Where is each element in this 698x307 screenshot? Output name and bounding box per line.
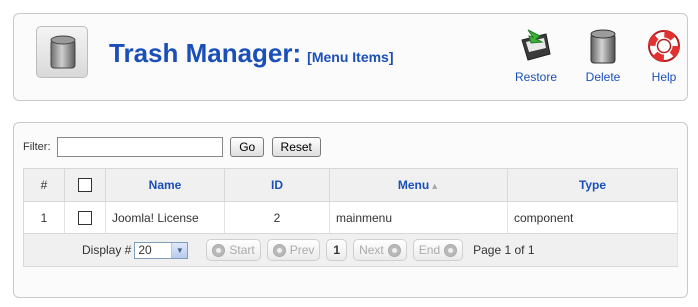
row-checkbox[interactable] — [78, 210, 92, 225]
restore-bin-icon — [521, 29, 551, 61]
end-circle-icon — [444, 243, 458, 257]
display-limit-select[interactable]: 20 ▼ — [134, 241, 189, 259]
help-label: Help — [651, 70, 677, 84]
trash-items-table: # Name ID Menu▲ Type 1 Joomla! License 2 — [23, 168, 678, 267]
page-info: Page 1 of 1 — [473, 243, 535, 257]
row-type: component — [507, 201, 678, 234]
pagination-next-button[interactable]: Next — [353, 239, 407, 261]
sort-ascending-icon: ▲ — [430, 181, 440, 191]
table-header-row: # Name ID Menu▲ Type — [23, 168, 678, 202]
pagination-prev-label: Prev — [289, 243, 315, 257]
row-num: 1 — [23, 201, 65, 234]
prev-circle-icon — [272, 243, 286, 257]
pagination-start-button[interactable]: Start — [206, 239, 261, 261]
chevron-down-icon: ▼ — [171, 242, 188, 258]
trash-manager-header-icon — [36, 26, 88, 78]
next-circle-icon — [387, 243, 401, 257]
row-checkbox-cell — [64, 201, 106, 234]
pagination-end-button[interactable]: End — [412, 239, 464, 261]
column-header-type[interactable]: Type — [507, 168, 678, 202]
reset-button[interactable]: Reset — [271, 137, 321, 157]
start-circle-icon — [212, 243, 226, 257]
page-title-text: Trash Manager: — [109, 38, 302, 68]
toolbar-panel: Trash Manager: [Menu Items] Restore Delet… — [13, 13, 688, 101]
row-id: 2 — [224, 201, 330, 234]
trash-list-panel: Filter: Go Reset # Name ID Menu▲ Type 1 — [13, 122, 688, 298]
pagination-row: Display # 20 ▼ Start Prev 1 Next End Pag… — [23, 233, 678, 267]
pagination-cell: Display # 20 ▼ Start Prev 1 Next End Pag… — [23, 233, 678, 267]
table-row: 1 Joomla! License 2 mainmenu component — [23, 201, 678, 234]
pagination-current-page[interactable]: 1 — [326, 239, 348, 261]
go-button[interactable]: Go — [230, 137, 265, 157]
filter-bar: Filter: Go Reset — [23, 137, 321, 161]
row-menu: mainmenu — [329, 201, 508, 234]
column-header-select-all — [64, 168, 106, 202]
pagination-start-label: Start — [229, 243, 255, 257]
column-header-num: # — [23, 168, 65, 202]
delete-button[interactable]: Delete — [573, 28, 633, 88]
filter-label: Filter: — [23, 141, 51, 153]
trash-can-icon — [590, 29, 616, 64]
pagination-prev-button[interactable]: Prev — [266, 239, 321, 261]
pagination-next-label: Next — [359, 243, 384, 257]
restore-button[interactable]: Restore — [506, 28, 566, 88]
filter-input[interactable] — [56, 137, 223, 157]
display-limit-label: Display # — [82, 243, 132, 257]
restore-label: Restore — [514, 70, 558, 84]
display-limit-value: 20 — [138, 243, 152, 257]
row-name: Joomla! License — [105, 201, 225, 234]
trash-can-icon — [50, 35, 76, 69]
delete-label: Delete — [585, 70, 621, 84]
page-title: Trash Manager: [Menu Items] — [109, 38, 394, 69]
lifebuoy-icon — [648, 30, 680, 62]
pagination-end-label: End — [418, 243, 441, 257]
page-subtitle: [Menu Items] — [307, 49, 394, 65]
select-all-checkbox[interactable] — [78, 178, 92, 193]
column-header-name[interactable]: Name — [105, 168, 225, 202]
column-header-menu[interactable]: Menu▲ — [329, 168, 508, 202]
pagination: Display # 20 ▼ Start Prev 1 Next End Pag… — [24, 239, 677, 261]
help-button[interactable]: Help — [634, 28, 694, 88]
column-header-menu-label: Menu — [397, 178, 430, 192]
column-header-id[interactable]: ID — [224, 168, 330, 202]
